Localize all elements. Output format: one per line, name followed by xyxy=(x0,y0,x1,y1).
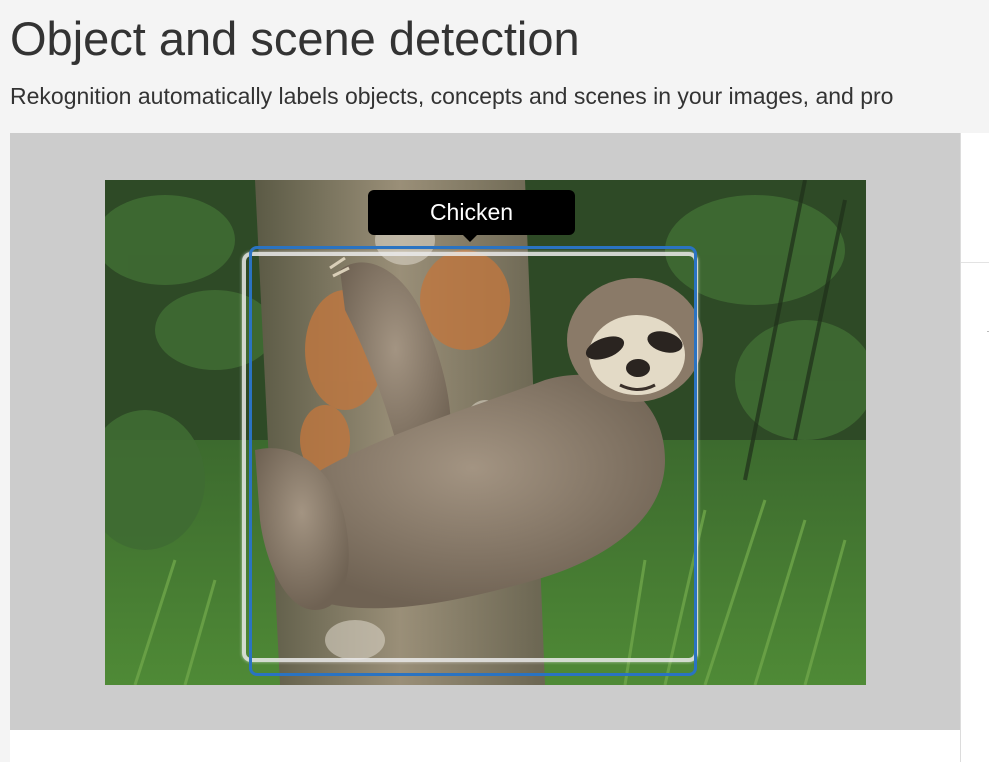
results-panel xyxy=(960,133,989,762)
tooltip-arrow xyxy=(462,234,478,242)
bounding-box-selected[interactable] xyxy=(249,246,697,676)
page: Object and scene detection Rekognition a… xyxy=(0,0,989,762)
detected-label-tooltip: Chicken xyxy=(368,190,575,235)
results-divider xyxy=(961,262,989,263)
page-description: Rekognition automatically labels objects… xyxy=(10,83,894,109)
page-title: Object and scene detection xyxy=(10,12,580,65)
demo-panel-footer xyxy=(10,730,960,762)
